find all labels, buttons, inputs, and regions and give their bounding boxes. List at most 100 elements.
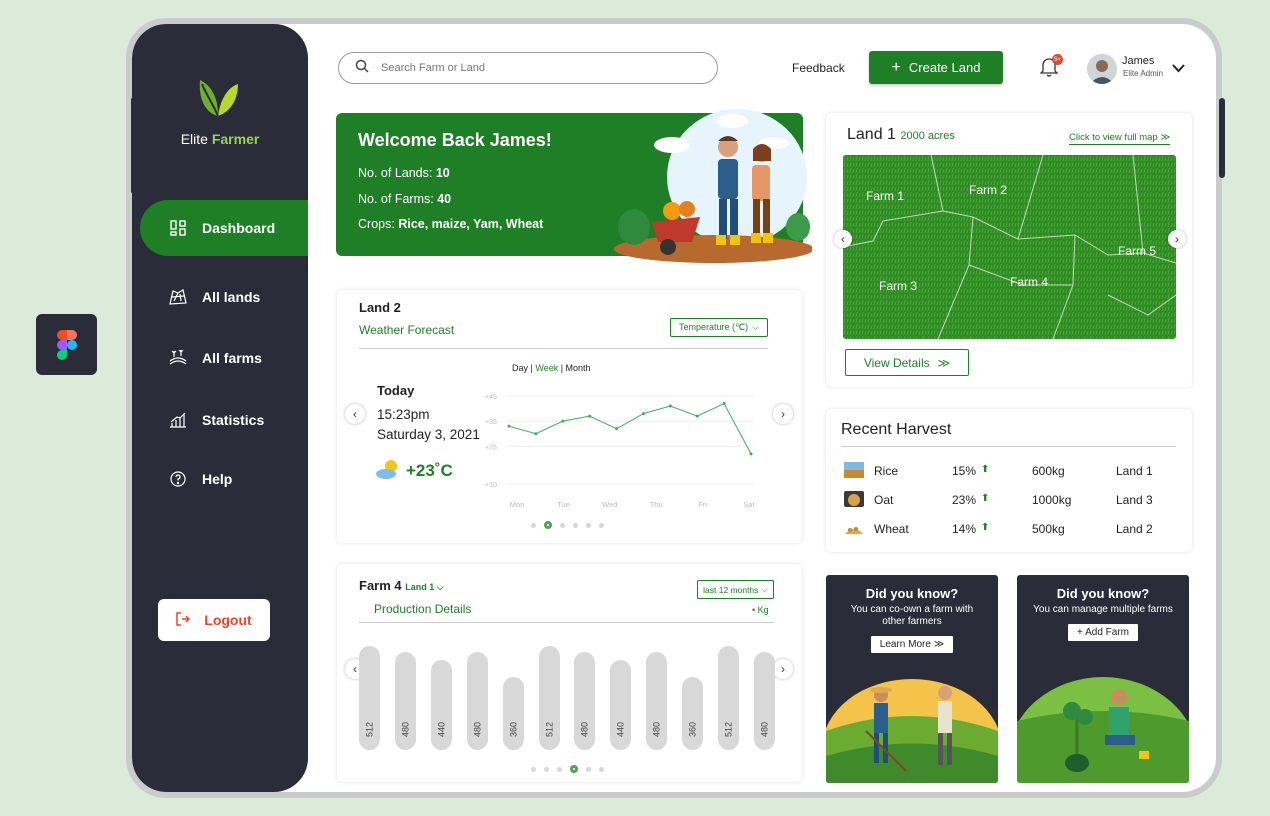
production-bar[interactable]: 360 <box>502 677 524 750</box>
promo-card-coown: Did you know? You can co-own a farm with… <box>826 575 998 783</box>
production-bar[interactable]: 512 <box>718 646 739 750</box>
current-date: Saturday 3, 2021 <box>377 427 480 442</box>
table-row[interactable]: Oat 23% ⬆ 1000kg Land 3 <box>842 490 1172 510</box>
bar-value-label: 480 <box>579 721 590 737</box>
brand-name: Elite Farmer <box>132 131 308 147</box>
double-chevron-right-icon: ≫ <box>937 355 951 370</box>
sidebar-item-label: Statistics <box>202 412 265 428</box>
view-full-map-link[interactable]: Click to view full map ≫ <box>1069 132 1171 145</box>
welcome-banner: Welcome Back James! No. of Lands: 10 No.… <box>336 109 814 263</box>
pagination-dot[interactable] <box>586 522 591 528</box>
temperature-point <box>615 427 619 431</box>
map-farm-label[interactable]: Farm 5 <box>1118 244 1156 258</box>
co-farmers-illustration <box>826 671 998 783</box>
sidebar-item-help[interactable]: Help <box>132 466 308 492</box>
pagination-dot[interactable] <box>531 766 536 772</box>
crop-land: Land 3 <box>1116 493 1153 507</box>
x-tick-label: Wed <box>602 500 617 509</box>
map-farm-label[interactable]: Farm 1 <box>866 189 904 203</box>
production-bar[interactable]: 440 <box>610 660 632 750</box>
production-bar[interactable]: 440 <box>430 660 452 750</box>
sidebar-item-all-lands[interactable]: All lands <box>132 284 308 310</box>
sidebar-item-all-farms[interactable]: All farms <box>132 345 308 371</box>
map-farm-label[interactable]: Farm 4 <box>1010 275 1048 289</box>
create-land-label: Create Land <box>908 60 981 75</box>
farms-value: 40 <box>437 192 452 206</box>
feedback-link[interactable]: Feedback <box>792 61 845 75</box>
arrow-up-icon: ⬆ <box>981 464 990 475</box>
bar-value-label: 440 <box>436 721 447 737</box>
bar-value-label: 480 <box>759 721 770 737</box>
production-bar[interactable]: 480 <box>466 652 488 750</box>
production-bar[interactable]: 360 <box>682 677 704 750</box>
divider <box>841 446 1176 447</box>
land-select-label: Land 1 <box>405 582 435 592</box>
production-bar[interactable]: 512 <box>359 646 380 750</box>
pagination-dot[interactable] <box>557 766 562 772</box>
view-details-button[interactable]: View Details ≫ <box>845 349 969 376</box>
current-temperature: +23˚C <box>406 461 453 480</box>
production-bar[interactable]: 480 <box>394 652 416 750</box>
sidebar-item-dashboard[interactable]: Dashboard <box>140 200 308 256</box>
pagination-dot[interactable] <box>599 766 604 772</box>
avatar[interactable] <box>1087 54 1117 84</box>
learn-more-button[interactable]: Learn More ≫ <box>870 636 954 653</box>
production-bar[interactable]: 480 <box>646 652 668 750</box>
production-bar[interactable]: 480 <box>574 652 596 750</box>
search-input[interactable] <box>381 62 681 74</box>
lands-count: No. of Lands: 10 <box>358 166 450 180</box>
pagination-dot[interactable] <box>586 766 591 772</box>
pagination-dot[interactable] <box>531 522 536 528</box>
chevron-down-icon[interactable] <box>1172 60 1185 78</box>
land-map[interactable]: Farm 1 Farm 2 Farm 3 Farm 4 Farm 5 <box>843 155 1176 339</box>
y-tick-label: +25 <box>485 444 497 451</box>
sidebar-item-label: All farms <box>202 350 262 366</box>
pagination-dot[interactable] <box>544 766 549 772</box>
period-week[interactable]: Week <box>535 363 558 373</box>
production-pagination[interactable] <box>531 765 604 773</box>
add-farm-button[interactable]: + Add Farm <box>1068 624 1138 641</box>
farmers-illustration <box>612 107 814 274</box>
temperature-point <box>534 432 538 436</box>
chevron-right-icon[interactable]: › <box>773 404 793 424</box>
production-bar[interactable]: 512 <box>538 646 560 750</box>
period-month[interactable]: Month <box>566 363 591 373</box>
crop-quantity: 1000kg <box>1032 493 1072 507</box>
pagination-dot[interactable] <box>570 765 578 773</box>
pagination-dot[interactable] <box>599 522 604 528</box>
pagination-dot[interactable] <box>573 522 578 528</box>
create-land-button[interactable]: + Create Land <box>869 51 1003 84</box>
table-row[interactable]: Rice 15% ⬆ 600kg Land 1 <box>842 461 1172 481</box>
range-label: last 12 months <box>703 584 759 595</box>
chevron-left-icon[interactable]: ‹ <box>345 404 365 424</box>
map-farm-label[interactable]: Farm 3 <box>879 279 917 293</box>
lands-value: 10 <box>435 166 450 180</box>
temperature-point <box>668 404 672 408</box>
x-tick-label: Sat <box>743 500 755 509</box>
table-row[interactable]: Wheat 14% ⬆ 500kg Land 2 <box>842 519 1172 539</box>
production-farm-name: Farm 4 <box>359 578 402 593</box>
view-details-label: View Details <box>863 355 930 370</box>
pagination-dot[interactable] <box>544 521 552 529</box>
sidebar-item-statistics[interactable]: Statistics <box>132 407 308 433</box>
production-bar[interactable]: 480 <box>753 652 775 750</box>
x-tick-label: Fri <box>698 500 707 509</box>
period-day[interactable]: Day <box>512 363 528 373</box>
search-bar[interactable] <box>338 52 718 84</box>
crop-quantity: 600kg <box>1032 464 1065 478</box>
temperature-point <box>722 402 726 406</box>
brand-name-part1: Elite <box>180 131 208 147</box>
chevron-right-icon[interactable]: › <box>1168 230 1186 248</box>
sidebar-item-label: Help <box>202 471 233 487</box>
weather-pagination[interactable] <box>531 521 604 529</box>
logout-label: Logout <box>204 612 252 628</box>
map-farm-label[interactable]: Farm 2 <box>969 183 1007 197</box>
land-select[interactable]: Land 1 ⌵ <box>405 582 443 592</box>
current-time: 15:23pm <box>377 407 430 422</box>
range-select[interactable]: last 12 months ⌵ <box>697 580 774 599</box>
crop-quantity: 500kg <box>1032 522 1065 536</box>
logout-button[interactable]: Logout <box>158 599 270 641</box>
pagination-dot[interactable] <box>560 522 565 528</box>
weather-metric-select[interactable]: Temperature (℃) ⌵ <box>670 318 768 337</box>
chevron-left-icon[interactable]: ‹ <box>834 230 852 248</box>
